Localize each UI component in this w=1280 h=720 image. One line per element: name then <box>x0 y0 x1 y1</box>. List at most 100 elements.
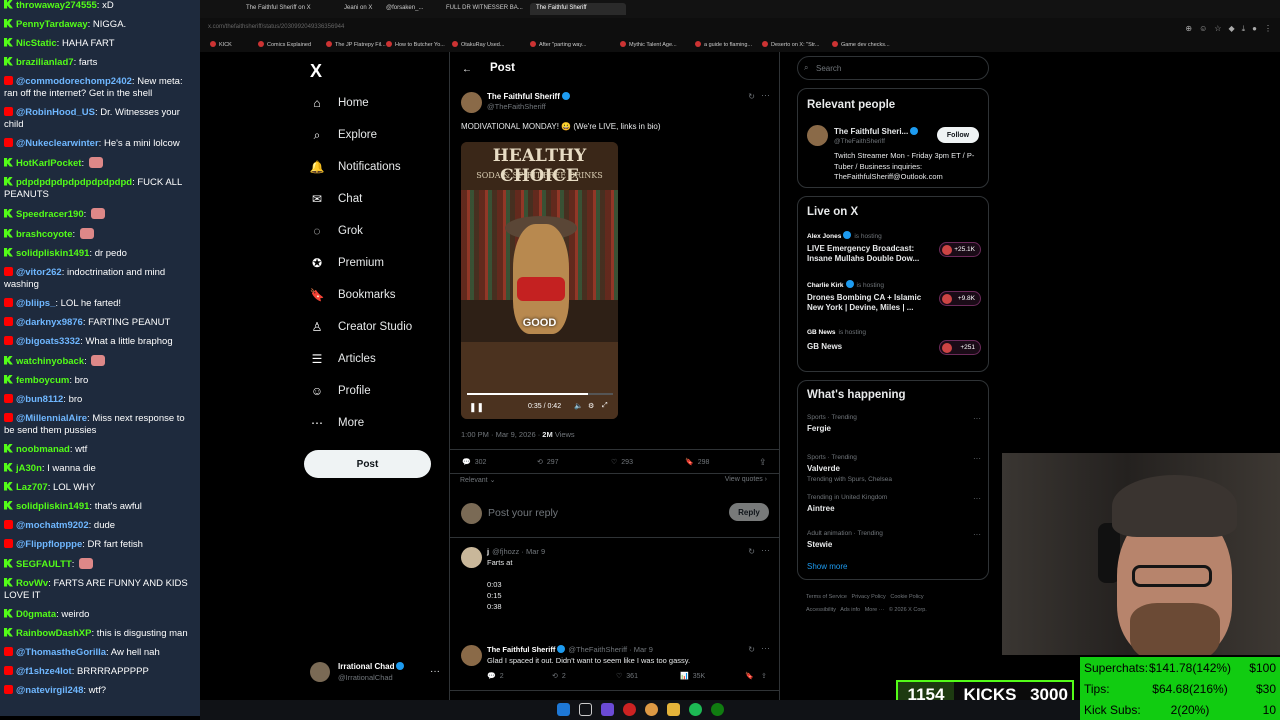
chat-username[interactable]: NicStatic <box>16 38 57 49</box>
reply-more-icon[interactable]: ··· <box>761 545 770 555</box>
reply-count[interactable]: 💬 302 <box>462 458 486 467</box>
chat-username[interactable]: @Nukeclearwinter <box>16 138 99 149</box>
live-listener-badge[interactable]: +251 <box>939 340 981 355</box>
video-player[interactable]: HEALTHY CHOICE SODA & SPIRIT-FREE DRINKS… <box>461 142 618 419</box>
chat-username[interactable]: @Flippflopppe <box>16 539 82 550</box>
reply-handle[interactable]: @TheFaithSheriff · Mar 9 <box>568 645 653 654</box>
address-text[interactable]: x.com/thefaithsheriff/status/20309920493… <box>208 24 344 30</box>
grok-icon[interactable]: ↻ <box>748 645 755 654</box>
chat-username[interactable]: throwaway274555 <box>16 0 97 11</box>
extension-icon[interactable]: ◆ <box>1228 24 1234 34</box>
browser-tab[interactable]: FULL DR WITNESSER BA... <box>440 3 526 15</box>
bookmark-count[interactable]: 🔖 298 <box>685 458 709 467</box>
chat-username[interactable]: brashcoyote <box>16 229 73 240</box>
trend-item[interactable]: Sports · Trending Fergie ··· <box>807 414 981 448</box>
live-title[interactable]: LIVE Emergency Broadcast: Insane Mullahs… <box>807 244 929 264</box>
bookmark-item[interactable]: OtakuRay Used... <box>452 41 504 48</box>
trend-more-icon[interactable]: ··· <box>973 454 981 463</box>
person-avatar[interactable] <box>807 125 828 146</box>
live-title[interactable]: Drones Bombing CA + Islamic New York | D… <box>807 293 929 313</box>
chat-username[interactable]: @natevirgil248 <box>16 685 83 696</box>
trend-more-icon[interactable]: ··· <box>973 414 981 423</box>
browser-tab[interactable]: The Faithful Sheriff <box>530 3 626 15</box>
bookmark-item[interactable]: Comics Explained <box>258 41 311 48</box>
chat-username[interactable]: RovWv <box>16 578 48 589</box>
video-progress-bar[interactable] <box>467 393 613 395</box>
fullscreen-icon[interactable]: ⤢ <box>602 402 608 410</box>
nav-item-bookmarks[interactable]: 🔖 Bookmarks <box>310 285 396 305</box>
chat-username[interactable]: pdpdpdpdpdpdpdpdpdpd <box>16 177 132 188</box>
bookmark-item[interactable]: Game dev checks... <box>832 41 890 48</box>
post-more-icon[interactable]: ··· <box>761 90 770 100</box>
chat-username[interactable]: @bliips_ <box>16 298 55 309</box>
volume-icon[interactable]: 🔈 <box>574 402 583 410</box>
nav-item-explore[interactable]: ⌕ Explore <box>310 125 377 145</box>
live-listener-badge[interactable]: +25.1K <box>939 242 981 257</box>
reply-author[interactable]: j <box>487 547 489 556</box>
download-icon[interactable]: ⤓ <box>1242 24 1246 34</box>
view-quotes-link[interactable]: View quotes › <box>725 476 767 483</box>
reply-more-icon[interactable]: ··· <box>761 643 770 653</box>
nav-item-home[interactable]: ⌂ Home <box>310 93 368 113</box>
nav-item-more[interactable]: ⋯ More <box>310 413 364 433</box>
bookmark-item[interactable]: KICK <box>210 41 232 48</box>
star-icon[interactable]: ☆ <box>1214 24 1221 34</box>
spotify-icon[interactable] <box>689 703 702 716</box>
person-name[interactable]: The Faithful Sheri... <box>834 127 919 136</box>
reply-input[interactable]: Post your reply <box>488 507 558 519</box>
bookmark-item[interactable]: a guide to flaming... <box>695 41 752 48</box>
grok-icon[interactable]: ↻ <box>748 547 755 556</box>
reply-avatar[interactable] <box>461 547 482 568</box>
folder-icon[interactable] <box>667 703 680 716</box>
chat-username[interactable]: RainbowDashXP <box>16 628 92 639</box>
author-handle[interactable]: @TheFaithSheriff <box>487 102 546 111</box>
x-logo-icon[interactable]: X <box>310 61 322 82</box>
reply-handle[interactable]: @fjhozz · Mar 9 <box>492 547 545 556</box>
search-icon[interactable] <box>579 703 592 716</box>
browser-tab[interactable]: @forsaken_... <box>380 3 436 15</box>
trend-item[interactable]: Adult animation · Trending Stewie ··· <box>807 530 981 564</box>
chat-username[interactable]: @vitor262 <box>16 267 62 278</box>
browser-icon[interactable] <box>645 703 658 716</box>
menu-icon[interactable]: ⋮ <box>1264 24 1272 34</box>
app-icon[interactable] <box>601 703 614 716</box>
trend-more-icon[interactable]: ··· <box>973 530 981 539</box>
more-icon[interactable]: ··· <box>430 666 440 677</box>
settings-icon[interactable]: ⚙ <box>588 402 594 410</box>
footer-links-2[interactable]: Accessibility Ads info More ··· © 2026 X… <box>806 607 927 613</box>
reply-avatar[interactable] <box>461 645 482 666</box>
pause-icon[interactable]: ❚❚ <box>469 402 484 413</box>
post-button[interactable]: Post <box>304 450 431 478</box>
chat-username[interactable]: Laz707 <box>16 482 48 493</box>
windows-start-icon[interactable] <box>557 703 570 716</box>
chat-username[interactable]: noobmanad <box>16 444 70 455</box>
share-icon[interactable]: ⇪ <box>759 457 767 468</box>
nav-item-creator-studio[interactable]: ♙ Creator Studio <box>310 317 413 337</box>
chat-username[interactable]: femboycum <box>16 375 69 386</box>
xbox-icon[interactable] <box>711 703 724 716</box>
browser-tab[interactable]: Jeani on X <box>338 3 378 15</box>
chat-username[interactable]: solidpliskin1491 <box>16 248 89 259</box>
reply-button[interactable]: Reply <box>729 503 769 521</box>
live-item[interactable]: Charlie Kirk is hosting Drones Bombing CA … <box>807 280 981 320</box>
chat-username[interactable]: @ThomastheGorilla <box>16 647 106 658</box>
author-name[interactable]: The Faithful Sheriff <box>487 92 570 101</box>
follow-button[interactable]: Follow <box>937 127 979 143</box>
sort-relevant[interactable]: Relevant ⌄ <box>460 476 495 484</box>
chat-username[interactable]: watchinyoback <box>16 356 84 367</box>
chat-username[interactable]: HotKarlPocket <box>16 158 81 169</box>
live-listener-badge[interactable]: +9.8K <box>939 291 981 306</box>
chat-username[interactable]: brazilianlad7 <box>16 57 74 68</box>
author-avatar[interactable] <box>461 92 482 113</box>
bookmark-item[interactable]: How to Butcher Yo... <box>386 41 445 48</box>
chat-username[interactable]: @RobinHood_US <box>16 107 95 118</box>
chat-username[interactable]: @darknyx9876 <box>16 317 83 328</box>
back-arrow-icon[interactable]: ← <box>462 64 472 75</box>
bookmark-item[interactable]: After "parting way... <box>530 41 586 48</box>
bookmark-item[interactable]: Mythic Talent Age... <box>620 41 677 48</box>
nav-item-grok[interactable]: ◌ Grok <box>310 221 363 241</box>
profile-icon[interactable]: ● <box>1252 24 1257 34</box>
repost-count[interactable]: ⟲ 297 <box>537 458 559 467</box>
nav-item-notifications[interactable]: 🔔 Notifications <box>310 157 401 177</box>
nav-item-profile[interactable]: ☺ Profile <box>310 381 371 401</box>
